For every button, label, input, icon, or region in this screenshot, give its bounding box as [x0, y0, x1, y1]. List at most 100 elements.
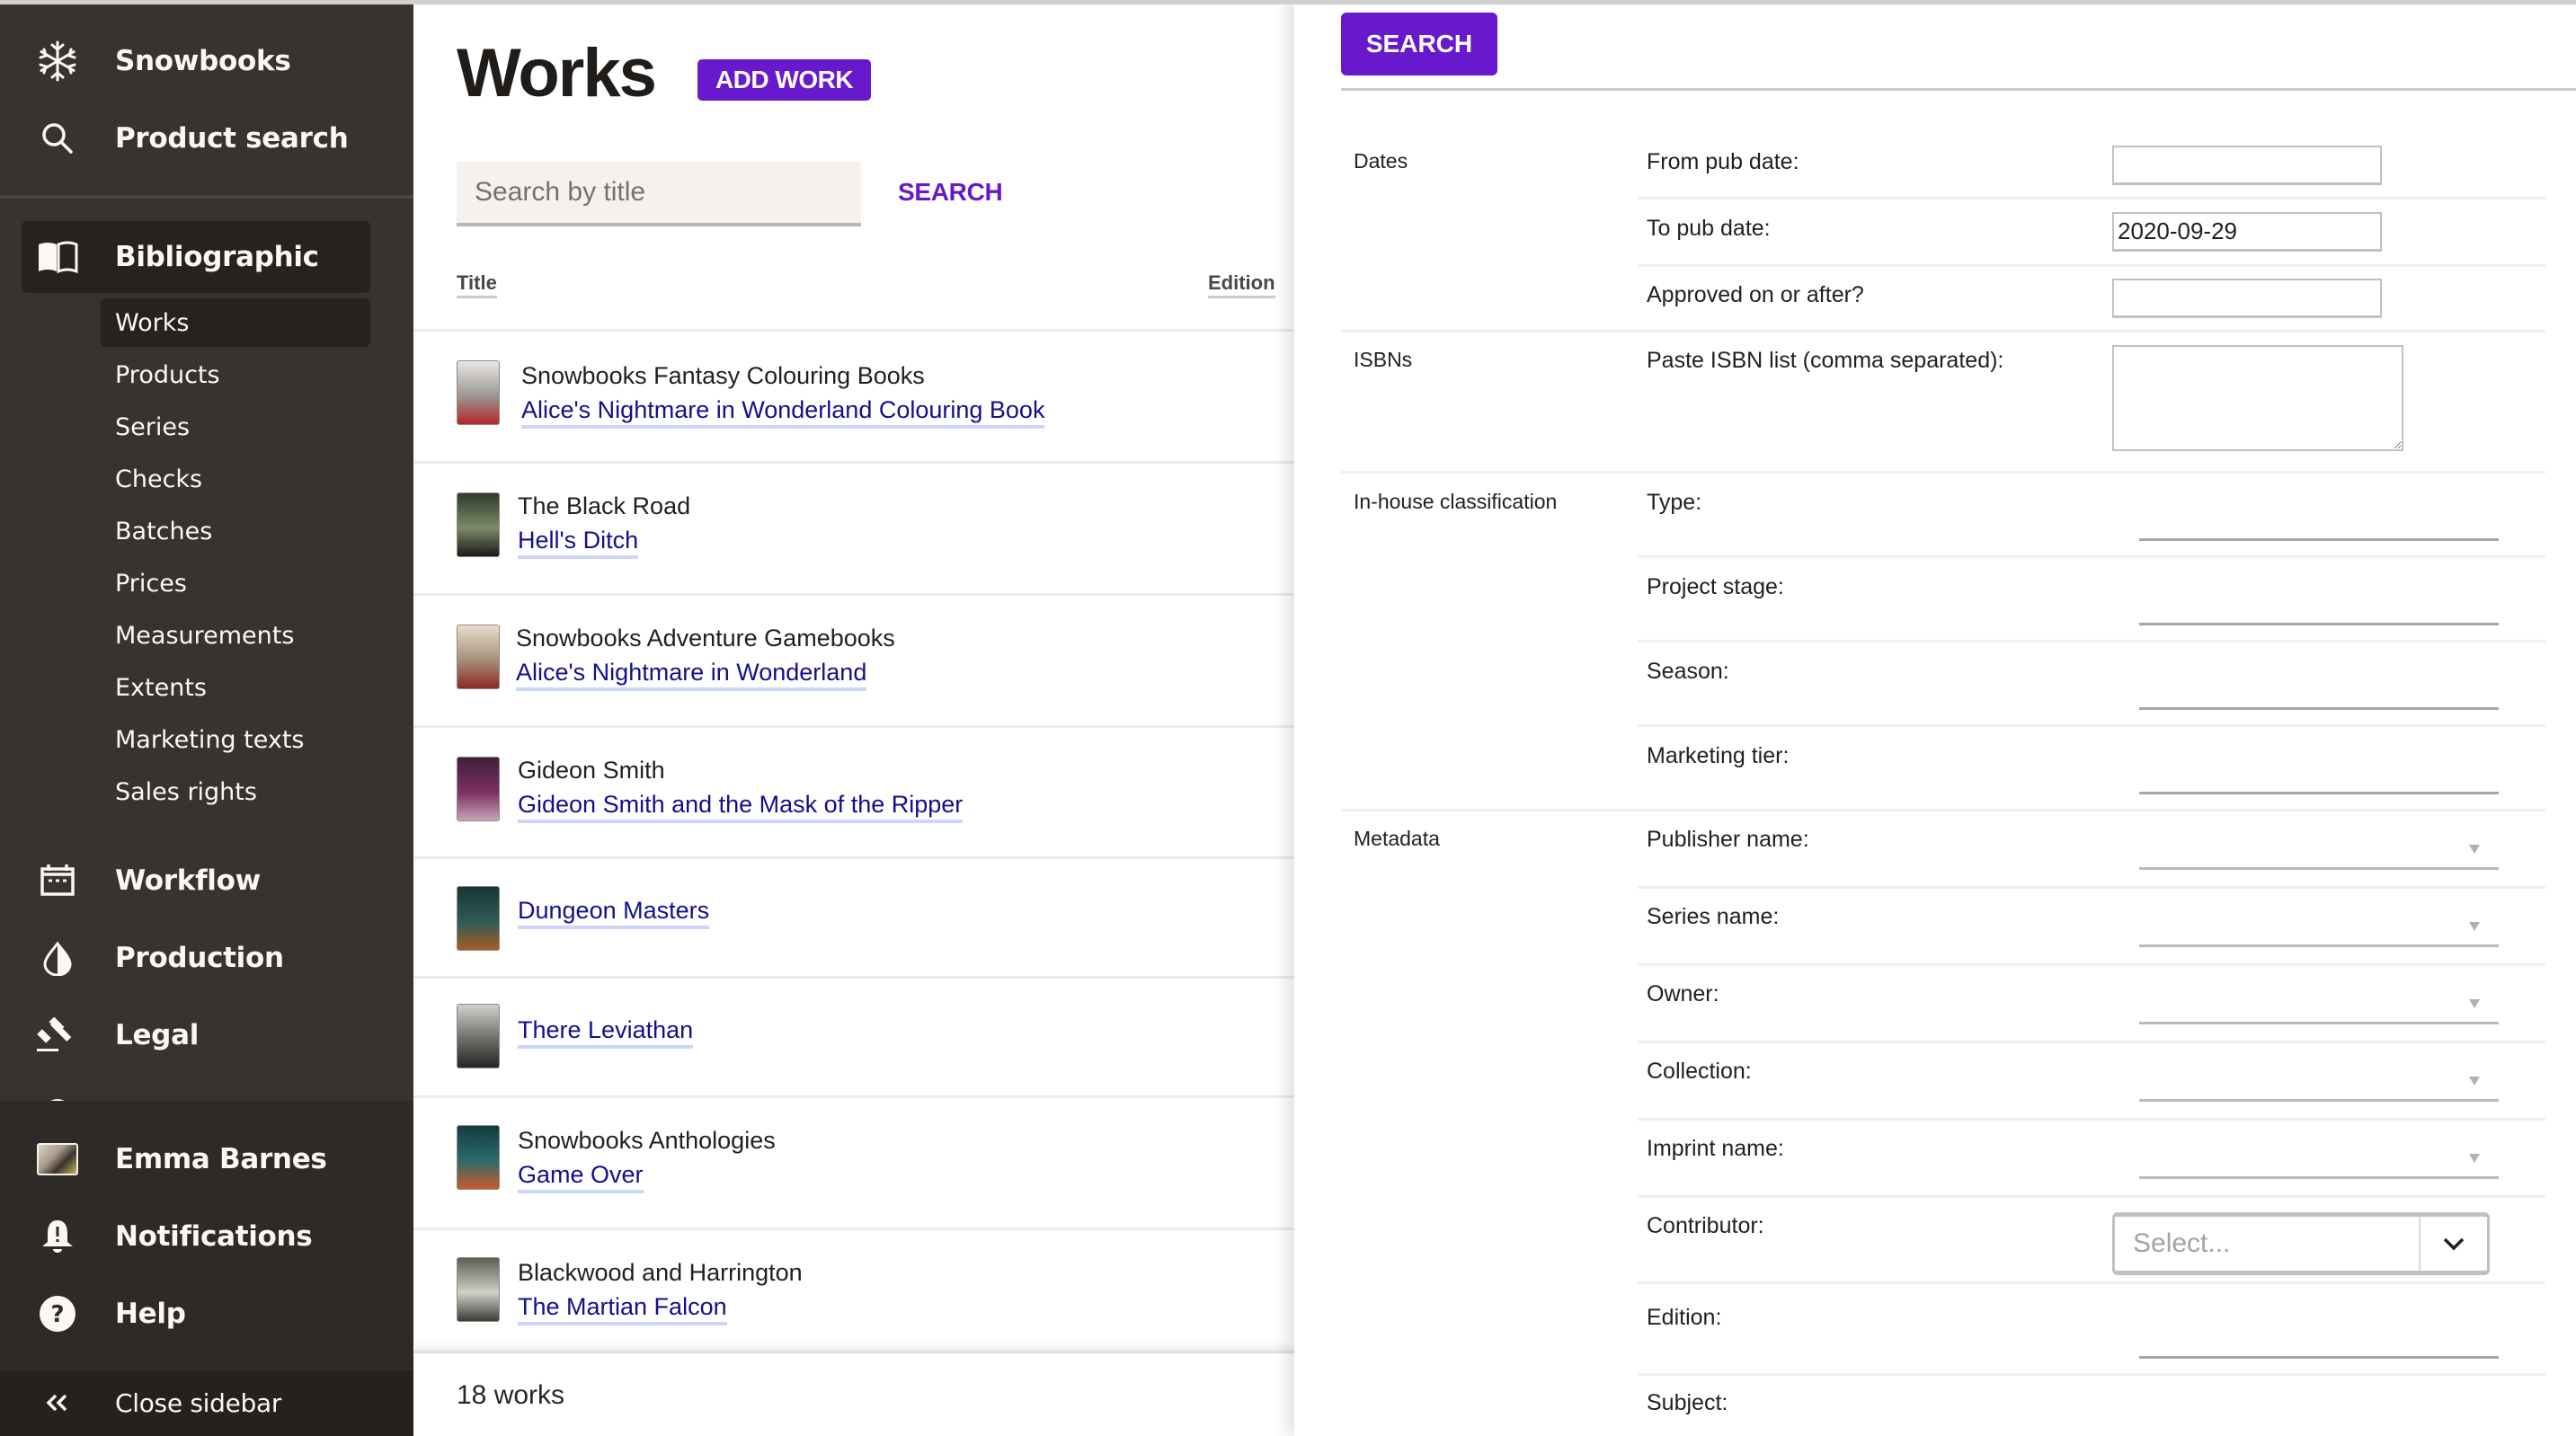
caret-down-icon[interactable]: [2469, 845, 2480, 854]
sidebar-item-label: Bibliographic: [115, 241, 319, 273]
table-row[interactable]: Snowbooks Adventure Gamebooks Alice's Ni…: [413, 593, 1294, 725]
publisher-name-select[interactable]: [2139, 867, 2499, 870]
work-title-link[interactable]: There Leviathan: [518, 1015, 694, 1049]
works-count: 18 works: [457, 1380, 565, 1410]
row-divider: [1638, 1281, 2545, 1284]
double-chevron-left-icon: [36, 1381, 79, 1424]
to-pub-date-input[interactable]: [2112, 212, 2382, 252]
section-divider: [1341, 809, 2545, 811]
sidebar-item-user[interactable]: Emma Barnes: [0, 1138, 413, 1181]
works-list-pane: Works ADD WORK SEARCH Title Edition Snow…: [413, 0, 1294, 1436]
table-row[interactable]: Blackwood and Harrington The Martian Fal…: [413, 1228, 1294, 1362]
sidebar-subitem-marketing-texts[interactable]: Marketing texts: [101, 715, 370, 764]
chevron-down-icon[interactable]: [2419, 1217, 2487, 1271]
sidebar-item-label: Product search: [115, 122, 349, 155]
book-cover-thumbnail: [457, 360, 500, 425]
work-title-link[interactable]: Hell's Ditch: [518, 525, 639, 559]
field-label-subject: Subject:: [1647, 1390, 1728, 1415]
sidebar-subitem-checks[interactable]: Checks: [101, 455, 370, 503]
collection-select[interactable]: [2139, 1099, 2499, 1102]
caret-down-icon[interactable]: [2469, 1154, 2480, 1163]
row-divider: [1638, 963, 2545, 966]
season-input[interactable]: [2139, 707, 2499, 710]
marketing-tier-input[interactable]: [2139, 792, 2499, 794]
series-name-select[interactable]: [2139, 944, 2499, 947]
series-name: Snowbooks Fantasy Colouring Books: [521, 362, 925, 389]
row-divider: [1638, 1041, 2545, 1043]
caret-down-icon[interactable]: [2469, 1077, 2480, 1086]
work-title-link[interactable]: Alice's Nightmare in Wonderland: [516, 657, 867, 691]
type-input[interactable]: [2139, 538, 2499, 541]
open-book-icon: [36, 235, 79, 279]
search-icon: [36, 117, 79, 160]
panel-header-divider: [1341, 88, 2576, 91]
sidebar-item-label: Workflow: [115, 864, 261, 897]
field-label-isbn-list: Paste ISBN list (comma separated):: [1647, 348, 2004, 373]
edition-input[interactable]: [2139, 1356, 2499, 1359]
close-sidebar-button[interactable]: Close sidebar: [0, 1381, 413, 1424]
sidebar-item-production[interactable]: Production: [0, 936, 413, 979]
panel-search-button[interactable]: SEARCH: [1341, 13, 1497, 75]
sidebar-item-bibliographic[interactable]: Bibliographic: [0, 235, 413, 279]
sidebar-item-label: Emma Barnes: [115, 1143, 327, 1175]
sidebar: Snowbooks Product search Bibliographic W…: [0, 0, 413, 1436]
book-cover-thumbnail: [457, 757, 500, 821]
sidebar-item-product-search[interactable]: Product search: [0, 117, 413, 160]
sidebar-subitem-label: Measurements: [115, 621, 295, 650]
work-title-link[interactable]: Game Over: [518, 1159, 644, 1193]
isbn-list-textarea[interactable]: [2112, 345, 2403, 451]
sidebar-divider: [0, 195, 413, 199]
sidebar-item-workflow[interactable]: Workflow: [0, 859, 413, 902]
contributor-placeholder: Select...: [2133, 1228, 2231, 1258]
sidebar-item-notifications[interactable]: Notifications: [0, 1215, 413, 1258]
advanced-search-panel: SEARCH Dates From pub date: To pub date:…: [1294, 0, 2576, 1436]
series-name: Blackwood and Harrington: [518, 1259, 803, 1286]
sidebar-subitem-label: Prices: [115, 569, 187, 598]
column-header-edition[interactable]: Edition: [1208, 271, 1275, 298]
contributor-select[interactable]: Select...: [2112, 1212, 2490, 1275]
imprint-name-select[interactable]: [2139, 1176, 2499, 1179]
sidebar-subitem-batches[interactable]: Batches: [101, 507, 370, 555]
work-title-link[interactable]: Gideon Smith and the Mask of the Ripper: [518, 789, 964, 823]
table-row[interactable]: The Black Road Hell's Ditch: [413, 461, 1294, 593]
sidebar-subitem-label: Products: [115, 360, 220, 389]
table-row[interactable]: Dungeon Masters: [413, 856, 1294, 976]
approved-after-input[interactable]: [2112, 279, 2382, 318]
sidebar-item-help[interactable]: ? Help: [0, 1292, 413, 1335]
series-name: The Black Road: [518, 492, 691, 519]
column-header-title[interactable]: Title: [457, 271, 497, 298]
sidebar-subitem-series[interactable]: Series: [101, 403, 370, 451]
work-title-link[interactable]: The Martian Falcon: [518, 1291, 727, 1325]
book-cover-thumbnail: [457, 1004, 500, 1068]
sidebar-subitem-extents[interactable]: Extents: [101, 663, 370, 712]
caret-down-icon[interactable]: [2469, 922, 2480, 931]
sidebar-subitem-sales-rights[interactable]: Sales rights: [101, 767, 370, 816]
sidebar-item-legal[interactable]: Legal: [0, 1014, 413, 1057]
search-button[interactable]: SEARCH: [898, 178, 1003, 207]
sidebar-subitem-prices[interactable]: Prices: [101, 559, 370, 607]
caret-down-icon[interactable]: [2469, 999, 2480, 1008]
project-stage-input[interactable]: [2139, 623, 2499, 625]
from-pub-date-input[interactable]: [2112, 146, 2382, 185]
sidebar-subitem-measurements[interactable]: Measurements: [101, 611, 370, 660]
sidebar-subitem-label: Sales rights: [115, 777, 257, 806]
add-work-button[interactable]: ADD WORK: [697, 59, 871, 101]
field-label-edition: Edition:: [1647, 1305, 1722, 1330]
work-title-link[interactable]: Alice's Nightmare in Wonderland Colourin…: [521, 394, 1045, 429]
table-row[interactable]: Snowbooks Fantasy Colouring Books Alice'…: [413, 329, 1294, 461]
section-label-metadata: Metadata: [1354, 827, 1440, 850]
table-row[interactable]: Snowbooks Anthologies Game Over: [413, 1095, 1294, 1228]
sidebar-subitem-products[interactable]: Products: [101, 350, 370, 399]
drop-icon: [36, 936, 79, 979]
field-label-season: Season:: [1647, 659, 1729, 684]
field-label-imprint-name: Imprint name:: [1647, 1136, 1784, 1161]
work-title-link[interactable]: Dungeon Masters: [518, 895, 710, 929]
sidebar-brand-snowbooks[interactable]: Snowbooks: [0, 40, 413, 83]
search-by-title-input[interactable]: [457, 162, 861, 226]
list-footer: 18 works: [413, 1351, 1294, 1436]
sidebar-subitem-works[interactable]: Works: [101, 298, 370, 347]
owner-select[interactable]: [2139, 1022, 2499, 1024]
table-row[interactable]: Gideon Smith Gideon Smith and the Mask o…: [413, 725, 1294, 856]
field-label-contributor: Contributor:: [1647, 1213, 1764, 1238]
table-row[interactable]: There Leviathan: [413, 976, 1294, 1095]
